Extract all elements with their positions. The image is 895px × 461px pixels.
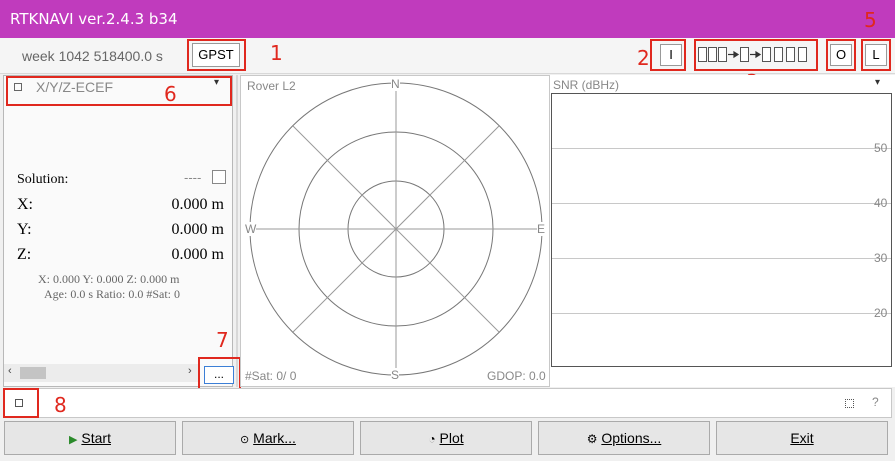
options-label: Options...: [601, 430, 662, 446]
skyplot-panel: Rover L2 N S W E #Sat: 0/ 0 GDOP: 0.0: [240, 75, 550, 387]
skyplot-graphic: [249, 82, 543, 376]
sat-count: #Sat: 0/ 0: [245, 369, 297, 383]
north-label: N: [391, 77, 400, 91]
input-stream-button[interactable]: I: [660, 44, 682, 66]
select-icon: [14, 83, 22, 91]
solution-panel: X/Y/Z-ECEF ▾ 6 Solution: ---- X: 0.000 m…: [3, 75, 233, 387]
start-label: Start: [81, 430, 111, 446]
horizontal-scrollbar[interactable]: ‹ ›: [4, 364, 200, 382]
more-info-button[interactable]: ...: [204, 366, 234, 384]
annotation-6: 6: [164, 82, 177, 106]
snr-tick-40: 40: [874, 196, 888, 210]
y-value: 0.000 m: [171, 221, 224, 238]
plot-label: Plot: [439, 430, 464, 446]
scroll-left-icon[interactable]: ‹: [8, 365, 12, 377]
z-value: 0.000 m: [171, 246, 224, 263]
gear-icon: ⚙: [586, 432, 598, 446]
solution-status: ----: [184, 170, 202, 185]
message-indicator-icon[interactable]: [15, 399, 23, 407]
x-value: 0.000 m: [171, 196, 224, 213]
output-stream-button[interactable]: O: [830, 44, 852, 66]
exit-button[interactable]: Exit: [716, 421, 888, 455]
z-label: Z:: [17, 246, 32, 263]
play-icon: ▶: [69, 434, 78, 446]
scrollbar-thumb[interactable]: [20, 367, 46, 379]
x-label: X:: [17, 196, 33, 213]
plot-button[interactable]: ◔ Plot: [360, 421, 532, 455]
panel-splitter[interactable]: [236, 75, 238, 387]
annotation-7: 7: [216, 328, 229, 352]
chevron-down-icon: ▾: [214, 77, 220, 88]
annotation-1: 1: [270, 41, 283, 65]
plot-icon: ◔: [428, 432, 436, 446]
time-system-button[interactable]: GPST: [192, 43, 240, 67]
annotation-2: 2: [637, 46, 650, 70]
options-button[interactable]: ⚙ Options...: [538, 421, 710, 455]
annotation-5: 5: [864, 8, 877, 32]
annotation-8: 8: [54, 393, 67, 417]
snr-tick-20: 20: [874, 306, 888, 320]
status-bar: 8 ?: [3, 388, 892, 418]
scroll-right-icon[interactable]: ›: [188, 365, 192, 377]
mark-icon: ⊙: [240, 434, 250, 446]
west-label: W: [245, 222, 257, 236]
toolbar: week 1042 518400.0 s GPST 1 2 I 3 O 4 L: [0, 38, 895, 98]
south-label: S: [391, 368, 400, 382]
help-icon[interactable]: ?: [872, 395, 879, 409]
solution-detail-line2: Age: 0.0 s Ratio: 0.0 #Sat: 0: [44, 287, 180, 301]
snr-tick-50: 50: [874, 141, 888, 155]
window-title: RTKNAVI ver.2.4.3 b34: [10, 10, 178, 28]
solution-label: Solution:: [17, 172, 69, 187]
mark-button[interactable]: ⊙ Mark...: [182, 421, 354, 455]
y-label: Y:: [17, 221, 32, 238]
solution-format-value: X/Y/Z-ECEF: [36, 79, 114, 95]
title-bar: RTKNAVI ver.2.4.3 b34: [0, 0, 895, 38]
snr-panel: SNR (dBHz) ▾ 50 40 30 20: [550, 75, 895, 387]
mark-label: Mark...: [253, 430, 296, 446]
solution-quality-indicator: [212, 170, 226, 184]
east-label: E: [537, 222, 546, 236]
time-display: week 1042 518400.0 s: [22, 48, 163, 64]
start-button[interactable]: ▶ Start: [4, 421, 176, 455]
gdop-value: GDOP: 0.0: [487, 369, 546, 383]
solution-detail-line1: X: 0.000 Y: 0.000 Z: 0.000 m: [38, 272, 180, 286]
solution-format-select[interactable]: X/Y/Z-ECEF ▾: [10, 77, 230, 103]
stream-status-indicators: [698, 47, 807, 62]
panel-toggle-icon[interactable]: [845, 399, 854, 408]
log-stream-button[interactable]: L: [865, 44, 887, 66]
snr-chart: [551, 93, 892, 367]
exit-label: Exit: [790, 430, 814, 446]
snr-tick-30: 30: [874, 251, 888, 265]
